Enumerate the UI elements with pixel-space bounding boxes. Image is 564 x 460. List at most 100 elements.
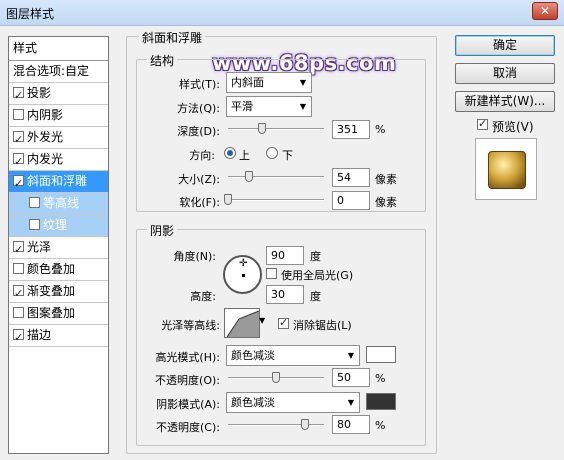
shadow-opacity-thumb[interactable] [300,419,309,430]
style-item-checkbox[interactable] [13,327,24,348]
style-item-checkbox[interactable] [13,85,24,106]
global-light-label: 使用全局光(G) [281,269,354,282]
depth-slider-thumb[interactable] [257,123,266,134]
shadow-mode-dropdown[interactable]: 颜色减淡 ▼ [226,392,360,413]
window-title: 图层样式 [6,7,55,21]
shadow-opacity-field[interactable]: 80 [332,415,370,434]
preview-label: 预览(V) [492,120,534,134]
soften-slider-thumb[interactable] [224,194,232,205]
highlight-mode-value: 颜色减淡 [231,349,275,362]
style-item-8[interactable]: 光泽 [9,237,108,260]
blending-options-item[interactable]: 混合选项:自定 [9,61,108,83]
style-item-checkbox[interactable] [13,283,24,304]
global-light-checkbox[interactable] [266,268,277,279]
soften-slider[interactable] [224,194,324,206]
highlight-mode-dropdown[interactable]: 颜色减淡 ▼ [226,345,360,366]
style-item-5[interactable]: 斜面和浮雕 [9,171,108,194]
chevron-down-icon: ▼ [347,398,354,407]
shadow-mode-label: 阴影模式(A): [156,398,220,411]
depth-label: 深度(D): [177,125,220,138]
style-item-checkbox[interactable] [13,307,24,318]
technique-value: 平滑 [231,100,253,113]
dialog-body: 样式 混合选项:自定 投影内阴影外发光内发光斜面和浮雕等高线纹理光泽颜色叠加渐变… [0,26,564,460]
style-dropdown[interactable]: 内斜面 ▼ [226,72,312,93]
style-item-3[interactable]: 外发光 [9,127,108,150]
size-slider[interactable] [228,171,324,183]
size-slider-thumb[interactable] [245,171,254,182]
size-field[interactable]: 54 [332,168,370,187]
style-item-checkbox[interactable] [13,109,24,120]
style-item-label: 描边 [27,328,52,342]
highlight-mode-label: 高光模式(H): [155,351,220,364]
style-item-label: 内发光 [27,152,64,166]
style-item-checkbox[interactable] [13,129,24,150]
style-item-label: 内阴影 [27,108,64,122]
altitude-label: 高度: [190,290,216,303]
direction-up-radio[interactable] [224,147,236,159]
chevron-down-icon: ▼ [299,78,306,87]
style-item-label: 渐变叠加 [27,284,76,298]
style-item-label: 等高线 [43,196,80,210]
shadow-opacity-label: 不透明度(C): [156,421,220,434]
highlight-opacity-thumb[interactable] [272,372,280,383]
gloss-contour-picker[interactable] [224,308,260,338]
style-item-checkbox[interactable] [29,219,40,230]
altitude-unit: 度 [310,290,321,303]
style-item-label: 投影 [27,86,52,100]
chevron-down-icon[interactable]: ▼ [259,316,269,330]
style-list-header[interactable]: 样式 [9,37,108,61]
crosshair-icon: ✛ [239,258,248,269]
direction-label: 方向: [189,149,215,162]
style-item-12[interactable]: 描边 [9,325,108,348]
style-item-checkbox[interactable] [13,151,24,172]
cancel-button[interactable]: 取消 [455,63,555,84]
style-item-label: 颜色叠加 [27,262,76,276]
depth-unit: % [375,123,386,136]
style-item-checkbox[interactable] [13,173,24,194]
style-item-label: 光泽 [27,240,52,254]
style-item-1[interactable]: 投影 [9,83,108,106]
style-item-7[interactable]: 纹理 [9,215,108,237]
shadow-mode-value: 颜色减淡 [231,396,275,409]
style-list: 样式 混合选项:自定 投影内阴影外发光内发光斜面和浮雕等高线纹理光泽颜色叠加渐变… [8,36,109,454]
style-item-checkbox[interactable] [29,197,40,208]
style-item-checkbox[interactable] [13,263,24,274]
gloss-contour-label: 光泽等高线: [161,319,220,332]
depth-slider[interactable] [228,123,324,135]
angle-label: 角度(N): [173,250,216,263]
highlight-color-swatch[interactable] [366,346,396,363]
technique-dropdown[interactable]: 平滑 ▼ [226,96,312,117]
style-item-9[interactable]: 颜色叠加 [9,259,108,281]
title-bar: 图层样式 ✕ [0,0,564,26]
direction-down-label: 下 [282,149,293,162]
depth-field[interactable]: 351 [332,120,370,139]
altitude-field[interactable]: 30 [266,285,304,304]
angle-field[interactable]: 90 [266,246,304,265]
angle-dial[interactable]: ✛ [223,255,262,294]
bevel-emboss-title: 斜面和浮雕 [139,29,206,46]
chevron-down-icon: ▼ [299,102,306,111]
ok-button[interactable]: 确定 [455,35,555,56]
close-button[interactable]: ✕ [532,2,558,20]
style-item-11[interactable]: 图案叠加 [9,303,108,325]
highlight-opacity-field[interactable]: 50 [332,368,370,387]
shadow-color-swatch[interactable] [366,393,396,410]
soften-unit: 像素 [375,196,397,209]
shadow-opacity-slider[interactable] [228,419,324,431]
new-style-button[interactable]: 新建样式(W)... [455,91,555,112]
highlight-opacity-label: 不透明度(O): [155,374,220,387]
direction-down-radio[interactable] [266,147,278,159]
style-item-6[interactable]: 等高线 [9,193,108,215]
highlight-opacity-slider[interactable] [228,372,324,384]
soften-field[interactable]: 0 [332,191,370,210]
soften-label: 软化(F): [179,196,220,209]
antialias-label: 消除锯齿(L) [293,319,352,332]
style-item-checkbox[interactable] [13,239,24,260]
style-item-10[interactable]: 渐变叠加 [9,281,108,304]
antialias-checkbox[interactable] [278,316,289,329]
style-item-4[interactable]: 内发光 [9,149,108,172]
preview-checkbox[interactable] [477,117,488,130]
style-item-label: 斜面和浮雕 [27,174,88,188]
style-item-2[interactable]: 内阴影 [9,105,108,127]
direction-up-label: 上 [239,149,250,162]
